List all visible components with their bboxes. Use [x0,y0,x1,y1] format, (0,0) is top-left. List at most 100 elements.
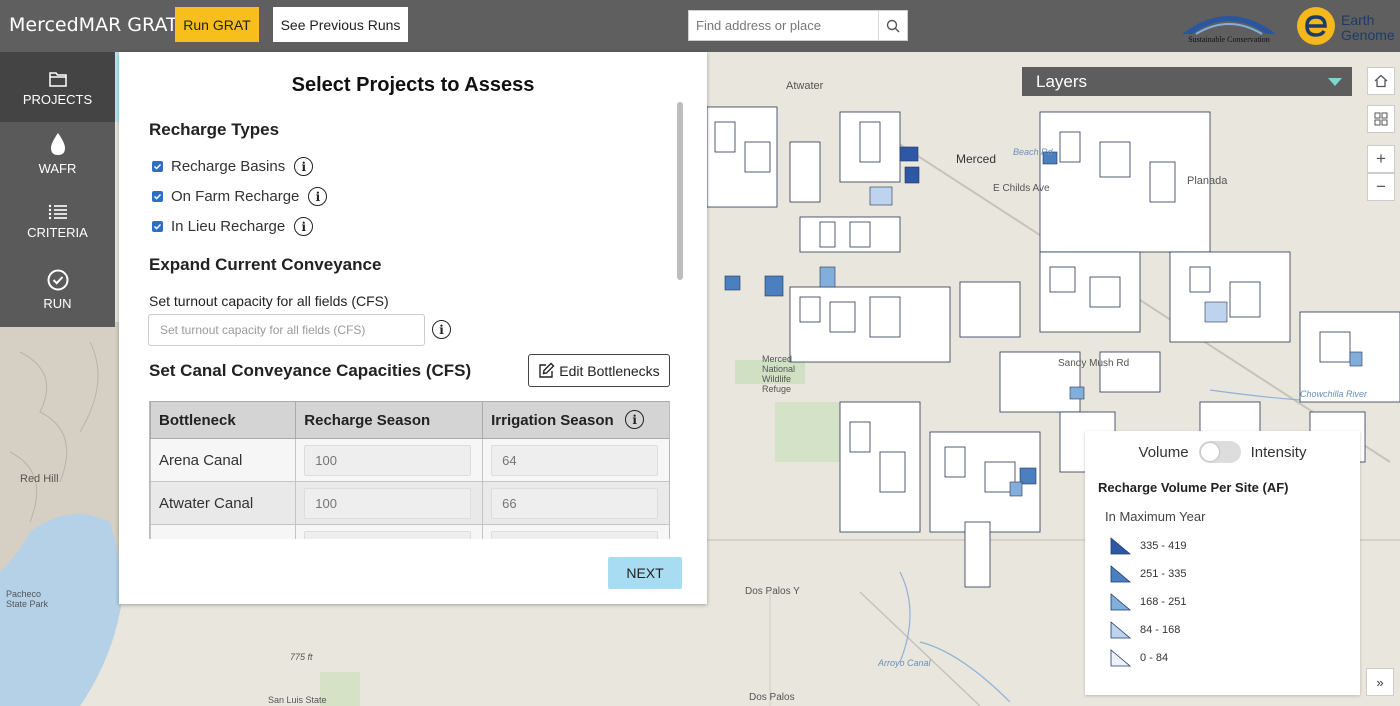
edit-bottlenecks-button[interactable]: Edit Bottlenecks [528,354,670,387]
checkmark-icon [153,193,162,200]
recharge-basins-checkbox[interactable] [152,161,163,172]
earth-genome-logo-icon [1297,7,1335,45]
sidebar-item-label: WAFR [38,161,77,176]
bottleneck-name: Arena Canal [150,438,297,482]
sidebar-item-run[interactable]: RUN [0,260,115,322]
info-icon[interactable]: i [432,320,451,339]
home-icon [1374,74,1388,88]
recharge-capacity-input[interactable] [304,530,472,539]
list-icon [48,198,68,220]
legend-item: 168 - 251 [1110,593,1186,611]
layers-label: Layers [1036,71,1088,91]
sidebar-item-wafr[interactable]: WAFR [0,122,115,192]
map-label-mush: Sandy Mush Rd [1058,358,1130,369]
legend-label: 335 - 419 [1140,540,1187,552]
earth-genome-line1: Earth [1341,12,1375,28]
search-box [688,10,908,41]
map-label-dos-palos: Dos Palos [749,692,795,703]
recharge-capacity-input[interactable] [304,487,472,519]
double-chevron-right-icon: » [1376,674,1384,690]
panel-scrollbar[interactable] [676,102,684,582]
map-label-dos-palos-y: Dos Palos Y [745,586,800,597]
sidebar: PROJECTS WAFR CRITERIA RUN [0,52,115,327]
volume-intensity-toggle-row: Volume Intensity [1085,441,1360,463]
map-label-childs: E Childs Ave [993,183,1050,194]
earth-genome-line2: Genome [1341,27,1395,43]
irrigation-cell [482,438,669,482]
on-farm-recharge-label: On Farm Recharge [171,188,300,205]
toggle-knob [1200,443,1219,461]
see-previous-runs-button[interactable]: See Previous Runs [273,7,408,42]
sidebar-item-label: RUN [43,296,72,311]
irrigation-cell [482,481,669,525]
info-icon[interactable]: i [294,157,314,176]
table-row: Atwater Canal [150,481,669,525]
search-input[interactable] [689,11,879,40]
legend-swatch [1110,565,1132,583]
app-title: MercedMAR GRAT [9,14,178,36]
legend-panel: Volume Intensity Recharge Volume Per Sit… [1085,431,1360,695]
bottleneck-name [150,524,297,539]
toggle-left-label: Volume [1138,443,1189,461]
recharge-capacity-input[interactable] [304,444,472,476]
sidebar-item-projects[interactable]: PROJECTS [0,52,115,122]
earth-genome-logo-text: Earth Genome [1341,13,1395,43]
legend-item: 84 - 168 [1110,621,1180,639]
recharge-basins-option: Recharge Basins i [152,157,314,176]
legend-subtitle: In Maximum Year [1105,509,1206,524]
legend-item: 335 - 419 [1110,537,1186,555]
table-header-row: Bottleneck Recharge Season Irrigation Se… [150,401,669,439]
map-label-creek: Beach Rd [1013,147,1053,157]
turnout-capacity-input[interactable] [148,314,425,346]
bottleneck-table: Bottleneck Recharge Season Irrigation Se… [149,401,670,539]
in-lieu-recharge-label: In Lieu Recharge [171,218,286,235]
map-label-merced: Merced [956,152,997,166]
chevron-down-icon [1328,78,1342,86]
checkmark-icon [153,163,162,170]
legend-label: 84 - 168 [1140,624,1181,636]
legend-label: 168 - 251 [1140,596,1187,608]
legend-label: 251 - 335 [1140,568,1187,580]
on-farm-recharge-option: On Farm Recharge i [152,187,328,206]
run-grat-button[interactable]: Run GRAT [175,7,259,42]
recharge-cell [295,524,484,539]
irrigation-cell [482,524,669,539]
map-label-planada: Planada [1187,175,1228,187]
zoom-in-button[interactable]: + [1367,145,1395,173]
recharge-cell [295,481,484,525]
map-label-atwater: Atwater [786,80,824,92]
checkmark-icon [153,223,162,230]
grid-icon [1374,112,1388,126]
table-row [150,524,669,539]
col-header-recharge-season: Recharge Season [295,401,484,439]
edit-bottlenecks-label: Edit Bottlenecks [559,362,660,379]
zoom-out-button[interactable]: − [1367,173,1395,201]
irrigation-capacity-input[interactable] [491,444,659,476]
irrigation-capacity-input[interactable] [491,487,659,519]
recharge-basins-label: Recharge Basins [171,158,286,175]
expand-panel-button[interactable]: » [1366,668,1394,696]
map-label-chowchilla: Chowchilla River [1300,389,1368,399]
home-button[interactable] [1367,67,1395,95]
info-icon[interactable]: i [308,187,328,206]
basemap-button[interactable] [1367,105,1395,133]
legend-title: Recharge Volume Per Site (AF) [1098,480,1289,495]
info-icon[interactable]: i [625,410,645,429]
in-lieu-recharge-checkbox[interactable] [152,221,163,232]
search-button[interactable] [878,11,907,40]
on-farm-recharge-checkbox[interactable] [152,191,163,202]
legend-item: 0 - 84 [1110,649,1168,667]
next-button[interactable]: NEXT [608,557,682,589]
layers-dropdown[interactable]: Layers [1022,67,1352,96]
info-icon[interactable]: i [294,217,314,236]
check-circle-icon [47,267,69,291]
irrigation-capacity-input[interactable] [491,530,659,539]
bottleneck-name: Atwater Canal [150,481,297,525]
scrollbar-thumb[interactable] [677,102,683,280]
legend-swatch [1110,537,1132,555]
sidebar-item-criteria[interactable]: CRITERIA [0,192,115,254]
search-icon [886,19,900,32]
volume-intensity-toggle[interactable] [1198,441,1241,463]
recharge-types-heading: Recharge Types [149,120,280,139]
edit-icon [539,362,555,378]
